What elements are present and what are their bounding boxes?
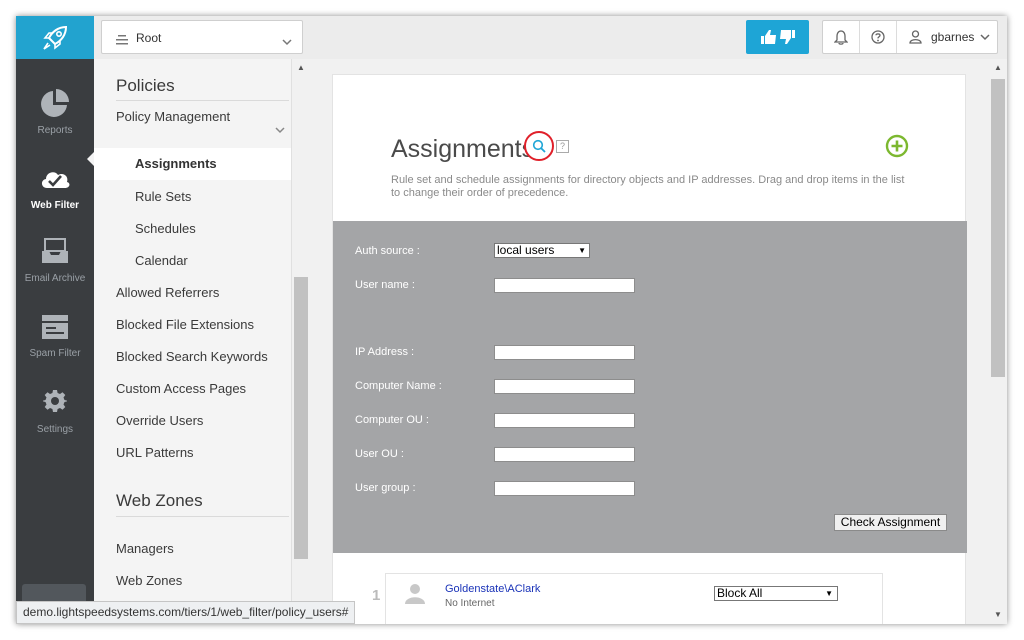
- question-circle-icon: [871, 30, 885, 44]
- user-name-input[interactable]: [494, 278, 635, 293]
- divider: [116, 516, 289, 517]
- subnav-item-rule-sets[interactable]: Rule Sets: [135, 189, 191, 204]
- subnav-item-assignments[interactable]: Assignments: [94, 148, 291, 180]
- scrollbar-thumb[interactable]: [991, 79, 1005, 377]
- nav-label: Spam Filter: [29, 348, 81, 359]
- assignment-row[interactable]: Goldenstate\AClark No Internet Block All…: [385, 573, 883, 624]
- subnav-item-url-patterns[interactable]: URL Patterns: [116, 445, 194, 460]
- computer-ou-label: Computer OU :: [355, 414, 429, 426]
- help-button[interactable]: [860, 21, 896, 53]
- chevron-down-icon[interactable]: [275, 127, 285, 134]
- auth-source-value: local users: [497, 243, 555, 257]
- scope-selector[interactable]: Root: [101, 20, 303, 54]
- ip-address-input[interactable]: [494, 345, 635, 360]
- rule-select-value: Block All: [717, 586, 763, 600]
- chevron-down-icon: [282, 33, 292, 51]
- header-actions: gbarnes: [822, 20, 998, 54]
- user-name: gbarnes: [931, 30, 975, 44]
- auth-source-select[interactable]: local users ▼: [494, 243, 590, 258]
- subnav-item-blocked-file-extensions[interactable]: Blocked File Extensions: [116, 317, 254, 332]
- add-circle-icon[interactable]: [885, 134, 909, 158]
- user-group-label: User group :: [355, 482, 416, 494]
- gear-icon: [43, 390, 67, 412]
- main-content: Assignments ? Rule set and schedule assi…: [309, 59, 989, 624]
- scroll-up-arrow-icon[interactable]: ▲: [994, 63, 1002, 72]
- assignment-detail: No Internet: [445, 598, 495, 609]
- subnav-item-override-users[interactable]: Override Users: [116, 413, 203, 428]
- subnav-item-calendar[interactable]: Calendar: [135, 253, 188, 268]
- rule-select[interactable]: Block All ▼: [714, 586, 838, 601]
- search-button[interactable]: [524, 131, 554, 161]
- nav-label: Email Archive: [24, 273, 86, 284]
- section-nav: Policies Policy Management Assignments R…: [94, 59, 291, 624]
- user-menu[interactable]: gbarnes: [897, 21, 997, 53]
- policy-management-link[interactable]: Policy Management: [116, 109, 230, 124]
- subnav-item-allowed-referrers[interactable]: Allowed Referrers: [116, 285, 219, 300]
- user-ou-input[interactable]: [494, 447, 635, 462]
- nav-reports[interactable]: Reports: [16, 87, 94, 157]
- scroll-up-arrow-icon[interactable]: ▲: [297, 63, 305, 72]
- subnav-item-managers[interactable]: Managers: [116, 541, 174, 556]
- bell-icon: [834, 29, 848, 45]
- subnav-item-blocked-search-keywords[interactable]: Blocked Search Keywords: [116, 349, 268, 364]
- user-ou-label: User OU :: [355, 448, 404, 460]
- cloud-check-icon: [41, 172, 70, 188]
- inbox-tray-icon: [42, 238, 68, 263]
- section-nav-scrollbar[interactable]: ▲: [291, 59, 309, 624]
- nav-email-archive[interactable]: Email Archive: [16, 235, 94, 305]
- section-title-policies: Policies: [116, 76, 175, 95]
- status-bar-url: demo.lightspeedsystems.com/tiers/1/web_f…: [16, 601, 356, 624]
- scroll-down-arrow-icon[interactable]: ▼: [994, 610, 1002, 619]
- subnav-item-schedules[interactable]: Schedules: [135, 221, 196, 236]
- nav-settings[interactable]: Settings: [16, 389, 94, 459]
- top-bar: Root gbarnes: [16, 16, 1007, 59]
- divider: [116, 100, 289, 101]
- notifications-button[interactable]: [823, 21, 859, 53]
- scope-selector-value: Root: [136, 31, 162, 45]
- subnav-item-web-zones[interactable]: Web Zones: [116, 573, 182, 588]
- subnav-item-label: Assignments: [135, 156, 217, 171]
- app-window: Root gbarnes Reports Web Filter Email Ar…: [16, 16, 1007, 624]
- rocket-logo-icon[interactable]: [16, 16, 94, 59]
- nav-label: Web Filter: [30, 200, 80, 211]
- page-title: Assignments: [391, 135, 535, 163]
- nav-web-filter[interactable]: Web Filter: [16, 162, 94, 232]
- search-icon: [532, 139, 546, 153]
- nav-label: Reports: [37, 125, 73, 136]
- check-assignment-form: Auth source : local users ▼ User name : I…: [333, 221, 967, 553]
- mail-filter-icon: [42, 315, 68, 339]
- thumbs-up-down-icon: [760, 30, 795, 44]
- ip-address-label: IP Address :: [355, 346, 415, 358]
- section-title-web-zones: Web Zones: [116, 491, 203, 510]
- computer-name-label: Computer Name :: [355, 380, 442, 392]
- page-description: Rule set and schedule assignments for di…: [391, 174, 905, 199]
- user-icon: [909, 30, 922, 44]
- dropdown-arrow-icon: ▼: [825, 589, 833, 598]
- check-assignment-button[interactable]: Check Assignment: [834, 514, 947, 531]
- pie-chart-icon: [41, 89, 69, 117]
- computer-ou-input[interactable]: [494, 413, 635, 428]
- scrollbar-thumb[interactable]: [294, 277, 308, 559]
- dropdown-arrow-icon: ▼: [578, 246, 586, 255]
- row-number: 1: [372, 587, 381, 604]
- nav-spam-filter[interactable]: Spam Filter: [16, 311, 94, 381]
- auth-source-label: Auth source :: [355, 245, 420, 257]
- subnav-item-custom-access-pages[interactable]: Custom Access Pages: [116, 381, 246, 396]
- menu-lines-icon: [116, 32, 128, 50]
- main-nav: Reports Web Filter Email Archive Spam Fi…: [16, 59, 94, 624]
- nav-label: Settings: [36, 424, 74, 435]
- feedback-button[interactable]: [746, 20, 809, 54]
- chevron-down-icon: [980, 34, 990, 41]
- assignment-name-link[interactable]: Goldenstate\AClark: [445, 583, 540, 595]
- main-scrollbar[interactable]: ▲ ▼: [989, 59, 1007, 624]
- assignments-card: Assignments ? Rule set and schedule assi…: [332, 74, 967, 624]
- computer-name-input[interactable]: [494, 379, 635, 394]
- help-icon[interactable]: ?: [556, 140, 569, 153]
- user-name-label: User name :: [355, 279, 415, 291]
- user-group-input[interactable]: [494, 481, 635, 496]
- user-avatar-icon: [405, 584, 425, 604]
